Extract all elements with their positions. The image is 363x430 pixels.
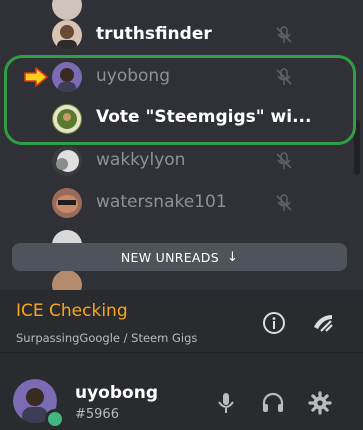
voice-status[interactable]: ICE Checking [16,301,128,321]
voice-member-list: truthsfinder uyobong Vote "Steemgigs" wi… [0,0,363,290]
voice-channel-path[interactable]: SurpassingGoogle / Steem Gigs [16,331,197,345]
member-avatar [52,20,82,50]
annotation-highlight-box [4,55,356,145]
gear-icon[interactable] [308,391,332,415]
new-unreads-label: NEW UNREADS [120,249,219,265]
annotation-arrow-icon [24,67,48,87]
user-discriminator: #5966 [75,407,119,422]
arrow-down-icon: ↓ [226,249,239,265]
disconnect-call-icon[interactable] [310,310,336,336]
muted-mic-icon [276,152,292,169]
info-icon[interactable] [261,310,287,336]
online-status-indicator [45,409,65,429]
member-row-truthsfinder[interactable]: truthsfinder [0,16,340,54]
username: uyobong [75,383,158,403]
user-panel: uyobong #5966 [0,353,363,430]
member-name: truthsfinder [96,24,212,44]
voice-connection-panel: ICE Checking SurpassingGoogle / Steem Gi… [0,290,363,352]
member-avatar [52,146,82,176]
headphones-icon[interactable] [261,391,285,415]
member-avatar [52,270,82,290]
member-name: wakkylyon [96,150,186,170]
muted-mic-icon [276,194,292,211]
member-name: watersnake101 [96,192,227,212]
member-row-watersnake101[interactable]: watersnake101 [0,184,340,222]
member-avatar [52,188,82,218]
member-row-wakkylyon[interactable]: wakkylyon [0,142,340,180]
muted-mic-icon [276,26,292,43]
microphone-icon[interactable] [214,391,238,415]
new-unreads-banner[interactable]: NEW UNREADS ↓ [12,243,347,271]
